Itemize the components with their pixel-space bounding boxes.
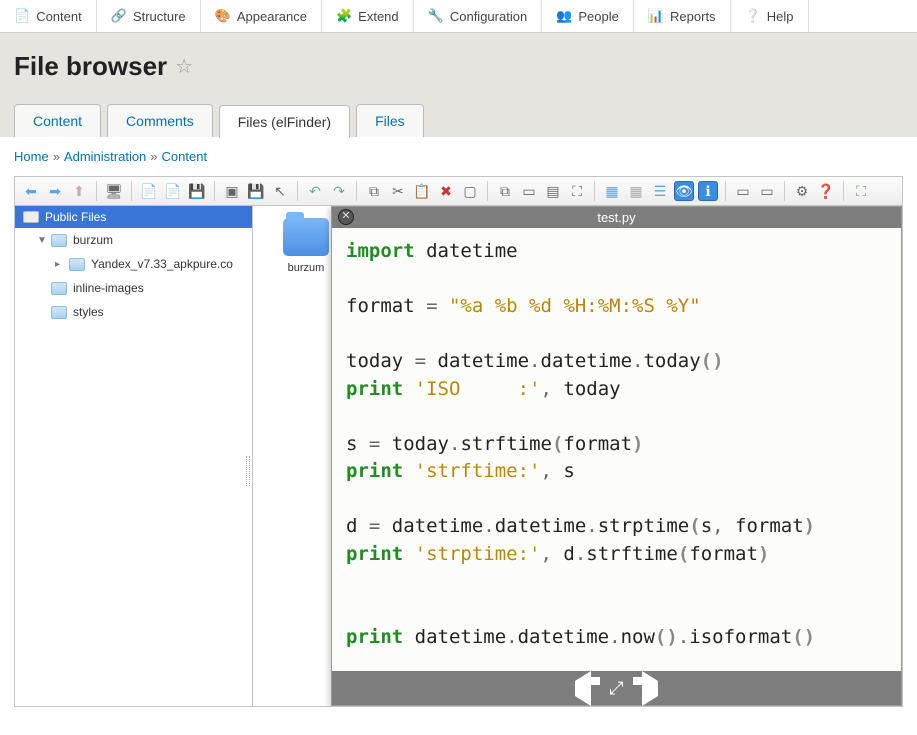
forward-icon[interactable]: ➡: [45, 181, 65, 201]
netmount-icon[interactable]: 🖥: [104, 181, 124, 201]
back-icon[interactable]: ⬅: [21, 181, 41, 201]
expand-icon[interactable]: ▸: [55, 259, 63, 270]
redo-icon[interactable]: ↷: [329, 181, 349, 201]
delete-icon[interactable]: ✖: [436, 181, 456, 201]
info-icon[interactable]: ℹ: [698, 181, 718, 201]
view-icons-icon[interactable]: ▦: [602, 181, 622, 201]
paste-icon[interactable]: 📋: [412, 181, 432, 201]
edit-icon[interactable]: ▤: [543, 181, 563, 201]
folder-icon: [51, 306, 67, 319]
duplicate-icon[interactable]: ⧉: [495, 181, 515, 201]
copy-icon[interactable]: ⧉: [364, 181, 384, 201]
rename-icon[interactable]: ▭: [519, 181, 539, 201]
select-none-icon[interactable]: ▭: [757, 181, 777, 201]
tabs: ContentCommentsFiles (elFinder)Files: [14, 104, 903, 137]
upload-icon[interactable]: 📄: [163, 181, 183, 201]
toolbar: ⬅➡⬆🖥📄📄💾▣💾↖↶↷⧉✂📋✖▢⧉▭▤⛶▦▦☰👁ℹ▭▭⚙❓⛶: [15, 177, 902, 206]
tree-node-inline-images[interactable]: inline-images: [15, 276, 252, 300]
code-content: import datetime format = "%a %b %d %H:%M…: [332, 228, 901, 668]
folder-icon: [283, 218, 329, 256]
content-icon: 📄: [14, 8, 30, 24]
help-icon: ❔: [745, 8, 761, 24]
folder-icon: [51, 234, 67, 247]
open-icon[interactable]: ▣: [222, 181, 242, 201]
viewer-footer: ⤢: [332, 671, 901, 705]
page-header: File browser ☆ ContentCommentsFiles (elF…: [0, 33, 917, 137]
file-area[interactable]: burzum ✕ test.py import datetime format …: [253, 206, 902, 706]
admin-menu-content[interactable]: 📄Content: [0, 0, 97, 32]
view-list-icon[interactable]: ☰: [650, 181, 670, 201]
download-icon[interactable]: 💾: [187, 181, 207, 201]
admin-menu-help[interactable]: ❔Help: [731, 0, 809, 32]
up-icon[interactable]: ⬆: [69, 181, 89, 201]
folder-icon: [69, 258, 85, 271]
file-viewer: ✕ test.py import datetime format = "%a %…: [331, 206, 902, 706]
close-icon[interactable]: ✕: [338, 209, 354, 225]
people-icon: 👥: [556, 8, 572, 24]
structure-icon: 🔗: [111, 8, 127, 24]
viewer-titlebar[interactable]: ✕ test.py: [332, 207, 901, 228]
folder-tree: Public Files ▼burzum▸Yandex_v7.33_apkpur…: [15, 206, 253, 706]
help-icon[interactable]: ❓: [816, 181, 836, 201]
volume-icon: [23, 211, 39, 223]
fullscreen-button[interactable]: ⤢: [609, 678, 623, 699]
newfile-icon[interactable]: 📄: [139, 181, 159, 201]
admin-menu-reports[interactable]: 📊Reports: [634, 0, 731, 32]
settings-icon[interactable]: ⚙: [792, 181, 812, 201]
tree-root[interactable]: Public Files: [15, 206, 252, 228]
cut-icon[interactable]: ✂: [388, 181, 408, 201]
elfinder: ⬅➡⬆🖥📄📄💾▣💾↖↶↷⧉✂📋✖▢⧉▭▤⛶▦▦☰👁ℹ▭▭⚙❓⛶ Public F…: [14, 176, 903, 707]
breadcrumb-administration[interactable]: Administration: [64, 149, 146, 164]
extend-icon: 🧩: [336, 8, 352, 24]
page-title: File browser: [14, 51, 167, 82]
select-all-icon[interactable]: ▭: [733, 181, 753, 201]
arrow-select-icon[interactable]: ↖: [270, 181, 290, 201]
favorite-star-icon[interactable]: ☆: [175, 54, 193, 79]
admin-menu: 📄Content🔗Structure🎨Appearance🧩Extend🔧Con…: [0, 0, 917, 33]
reports-icon: 📊: [648, 8, 664, 24]
save-icon[interactable]: 💾: [246, 181, 266, 201]
tree-resize-handle[interactable]: [246, 456, 250, 486]
breadcrumb-home[interactable]: Home: [14, 149, 49, 164]
admin-menu-people[interactable]: 👥People: [542, 0, 634, 32]
folder-icon: [51, 282, 67, 295]
prev-button[interactable]: [575, 681, 591, 696]
expand-icon[interactable]: ▼: [37, 235, 45, 246]
next-button[interactable]: [642, 681, 658, 696]
breadcrumb: Home»Administration»Content: [0, 137, 917, 176]
undo-icon[interactable]: ↶: [305, 181, 325, 201]
resize-icon[interactable]: ⛶: [567, 181, 587, 201]
tab-files[interactable]: Files: [356, 104, 424, 137]
tree-root-label: Public Files: [45, 210, 106, 224]
appearance-icon: 🎨: [215, 8, 231, 24]
tree-node-burzum[interactable]: ▼burzum: [15, 228, 252, 252]
view-small-icon[interactable]: ▦: [626, 181, 646, 201]
admin-menu-appearance[interactable]: 🎨Appearance: [201, 0, 322, 32]
viewer-filename: test.py: [597, 210, 635, 225]
tree-node-yandex-v7-33-apkpure-co[interactable]: ▸Yandex_v7.33_apkpure.co: [15, 252, 252, 276]
fullscreen-icon[interactable]: ⛶: [851, 181, 871, 201]
tab-comments[interactable]: Comments: [107, 104, 213, 137]
admin-menu-configuration[interactable]: 🔧Configuration: [414, 0, 543, 32]
tab-content[interactable]: Content: [14, 104, 101, 137]
empty-icon[interactable]: ▢: [460, 181, 480, 201]
breadcrumb-content[interactable]: Content: [162, 149, 208, 164]
admin-menu-extend[interactable]: 🧩Extend: [322, 0, 414, 32]
preview-icon[interactable]: 👁: [674, 181, 694, 201]
admin-menu-structure[interactable]: 🔗Structure: [97, 0, 201, 32]
configuration-icon: 🔧: [428, 8, 444, 24]
tab-files-elfinder-[interactable]: Files (elFinder): [219, 105, 350, 138]
tree-node-styles[interactable]: styles: [15, 300, 252, 324]
